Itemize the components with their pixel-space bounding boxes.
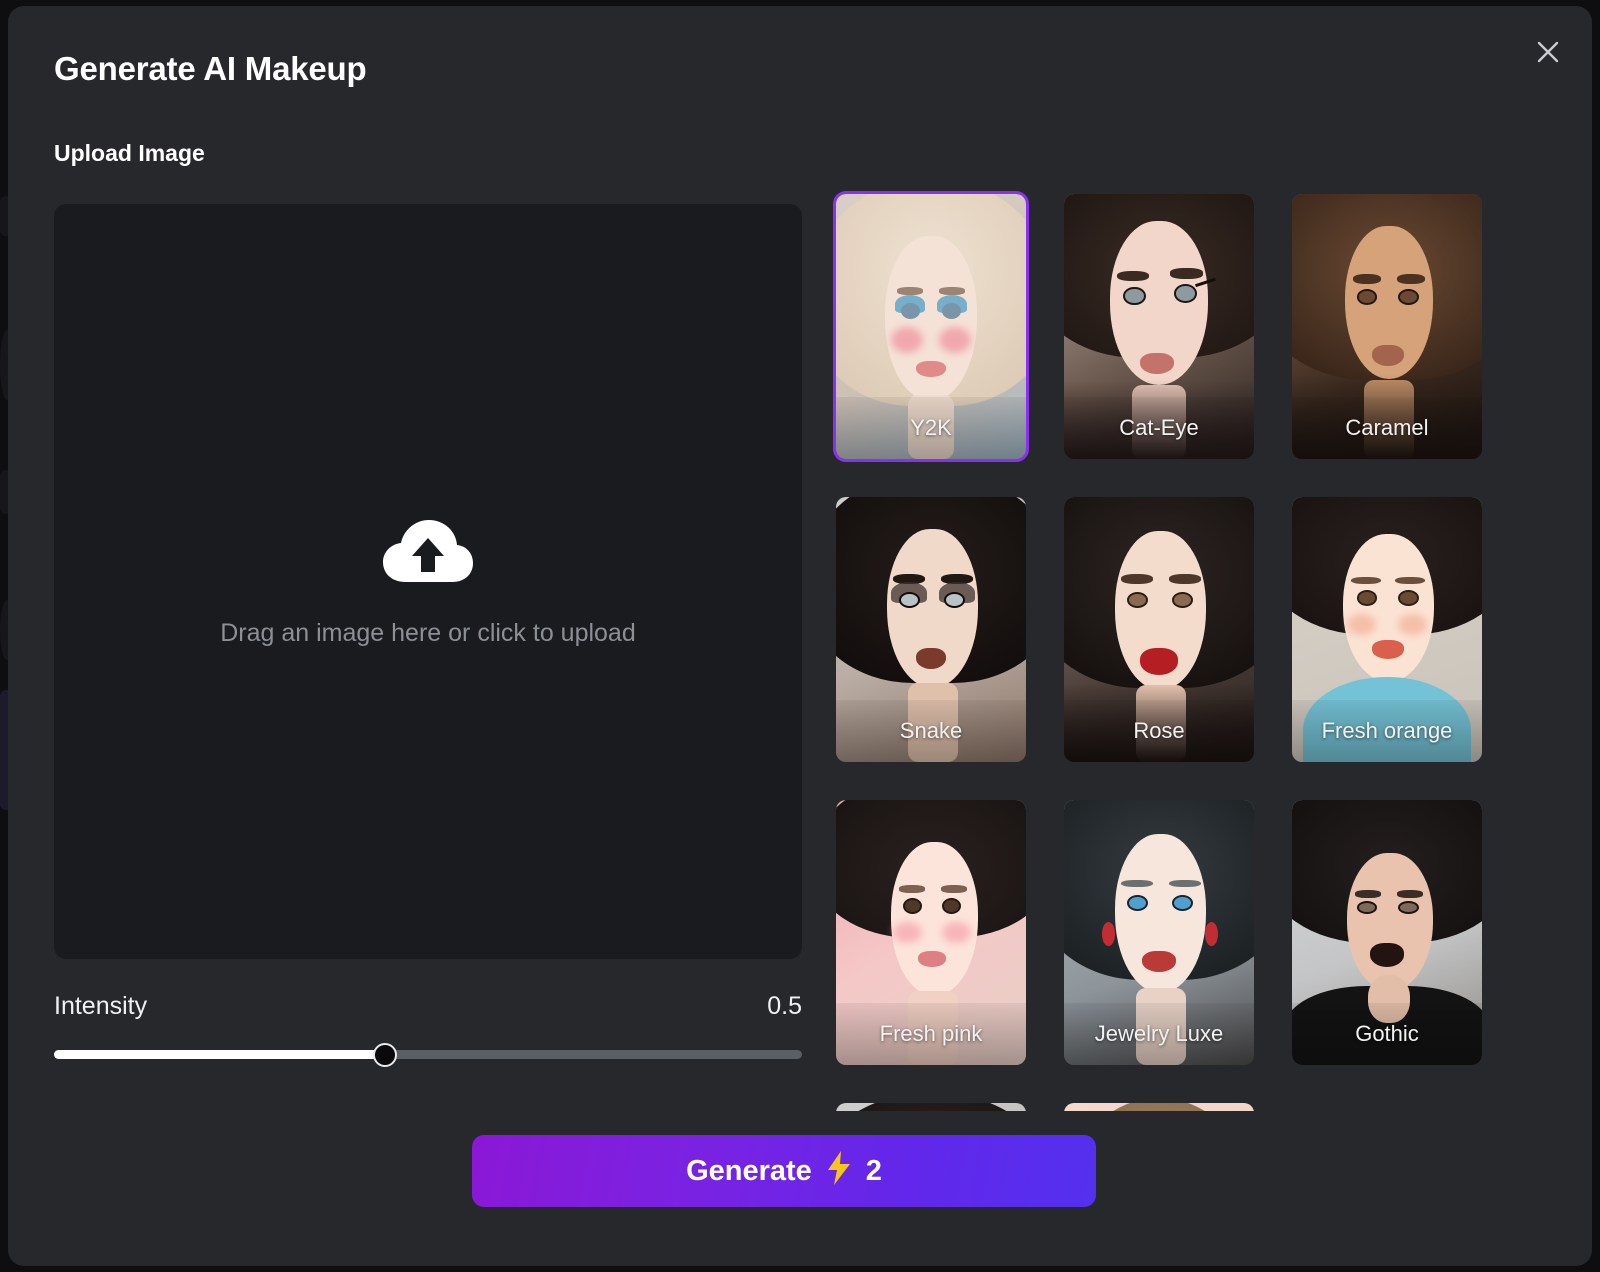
style-card-partial[interactable] xyxy=(1061,1100,1257,1111)
style-card-fresh-orange[interactable]: Fresh orange xyxy=(1289,494,1485,765)
style-card-partial[interactable] xyxy=(833,1100,1029,1111)
dropzone-hint-text: Drag an image here or click to upload xyxy=(220,618,636,647)
intensity-value: 0.5 xyxy=(767,991,802,1020)
style-card-label: Cat-Eye xyxy=(1064,397,1254,459)
image-dropzone[interactable]: Drag an image here or click to upload xyxy=(54,204,802,959)
generate-button-label: Generate xyxy=(686,1154,812,1187)
style-card-label: Fresh orange xyxy=(1292,700,1482,762)
intensity-row: Intensity 0.5 xyxy=(54,986,802,1026)
intensity-label: Intensity xyxy=(54,991,148,1020)
style-card-label: Rose xyxy=(1064,700,1254,762)
lightning-bolt-icon xyxy=(826,1151,852,1191)
style-card-caramel[interactable]: Caramel xyxy=(1289,191,1485,462)
style-card-label: Caramel xyxy=(1292,397,1482,459)
style-card-gothic[interactable]: Gothic xyxy=(1289,797,1485,1068)
style-card-rose[interactable]: Rose xyxy=(1061,494,1257,765)
upload-section-heading: Upload Image xyxy=(54,140,205,166)
style-card-label: Snake xyxy=(836,700,1026,762)
credit-cost-label: 2 xyxy=(865,1154,882,1187)
makeup-style-grid[interactable]: Y2K Cat-Eye Caramel Snake Rose Fresh ora… xyxy=(833,191,1533,1111)
style-thumbnail xyxy=(836,1103,1026,1111)
style-card-fresh-pink[interactable]: Fresh pink xyxy=(833,797,1029,1068)
style-card-label: Jewelry Luxe xyxy=(1064,1003,1254,1065)
style-card-label: Y2K xyxy=(836,397,1026,459)
generate-button[interactable]: Generate 2 xyxy=(472,1135,1096,1207)
style-card-jewelry-luxe[interactable]: Jewelry Luxe xyxy=(1061,797,1257,1068)
slider-thumb[interactable] xyxy=(373,1042,398,1067)
style-card-y2k[interactable]: Y2K xyxy=(833,191,1029,462)
style-card-snake[interactable]: Snake xyxy=(833,494,1029,765)
page-title: Generate AI Makeup xyxy=(54,50,367,87)
cloud-upload-icon xyxy=(380,516,476,593)
style-card-cat-eye[interactable]: Cat-Eye xyxy=(1061,191,1257,462)
style-card-label: Gothic xyxy=(1292,1003,1482,1065)
slider-fill xyxy=(54,1050,386,1059)
intensity-slider[interactable] xyxy=(54,1042,802,1067)
style-card-label: Fresh pink xyxy=(836,1003,1026,1065)
style-thumbnail xyxy=(1064,1103,1254,1111)
close-icon[interactable] xyxy=(1528,32,1568,72)
generate-ai-makeup-dialog: Generate AI Makeup Upload Image Drag an … xyxy=(8,6,1592,1266)
